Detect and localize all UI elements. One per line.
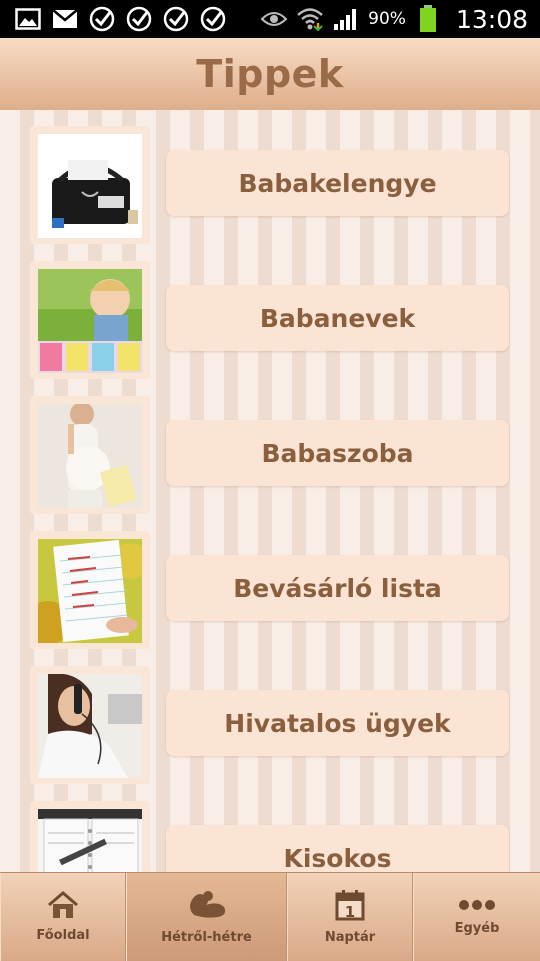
- list-item[interactable]: Bevásárló lista: [0, 515, 540, 650]
- menu-button-babakelengye[interactable]: Babakelengye: [166, 150, 509, 216]
- page-title: Tippek: [196, 52, 344, 96]
- nav-label: Főoldal: [36, 928, 90, 943]
- menu-button-babaszoba[interactable]: Babaszoba: [166, 420, 509, 486]
- clock: 13:08: [455, 4, 528, 34]
- nav-item-egyeb[interactable]: Egyéb: [413, 873, 540, 961]
- list-item[interactable]: Hivatalos ügyek: [0, 650, 540, 785]
- thumbnail-frame: [30, 396, 150, 514]
- list-item[interactable]: Babaszoba: [0, 380, 540, 515]
- image-icon: [14, 7, 42, 31]
- thumbnail-frame: [30, 261, 150, 379]
- bottom-navigation: Főoldal Hétről-hétre 1 Naptár Egyéb: [0, 872, 540, 961]
- status-bar: 90% 13:08: [0, 0, 540, 38]
- wifi-icon: [296, 7, 324, 31]
- nav-label: Naptár: [324, 930, 376, 945]
- check-icon: [125, 6, 153, 32]
- more-icon: [457, 898, 497, 917]
- battery-icon: [414, 5, 442, 32]
- baby-letters-photo[interactable]: [38, 269, 142, 373]
- menu-button-hivatalos-ugyek[interactable]: Hivatalos ügyek: [166, 690, 509, 756]
- nav-label: Hétről-hétre: [161, 930, 252, 945]
- list-item[interactable]: Babanevek: [0, 245, 540, 380]
- mail-icon: [51, 7, 79, 31]
- nav-label: Egyéb: [454, 921, 500, 936]
- planner-photo[interactable]: [38, 809, 142, 872]
- check-icon: [199, 6, 227, 32]
- list-item[interactable]: Babakelengye: [0, 110, 540, 245]
- list-item[interactable]: Kisokos: [0, 785, 540, 872]
- check-icon: [162, 6, 190, 32]
- thumbnail-frame: [30, 531, 150, 649]
- tips-list[interactable]: Babakelengye Babanevek Babaszoba Bevásár…: [0, 110, 540, 872]
- calendar-icon: 1: [335, 889, 365, 926]
- nav-item-fooldal[interactable]: Főoldal: [0, 873, 126, 961]
- battery-percent: 90%: [368, 9, 406, 29]
- menu-button-kisokos[interactable]: Kisokos: [166, 825, 509, 872]
- fetus-icon: [184, 889, 230, 926]
- nav-item-naptar[interactable]: 1 Naptár: [287, 873, 413, 961]
- svg-text:1: 1: [345, 903, 355, 921]
- menu-button-bevasarlo-lista[interactable]: Bevásárló lista: [166, 555, 509, 621]
- check-icon: [88, 6, 116, 32]
- menu-button-babanevek[interactable]: Babanevek: [166, 285, 509, 351]
- woman-phone-photo[interactable]: [38, 674, 142, 778]
- baby-bag-photo[interactable]: [38, 134, 142, 238]
- eye-icon: [260, 7, 288, 31]
- app-header: Tippek: [0, 38, 540, 111]
- thumbnail-frame: [30, 801, 150, 872]
- home-icon: [47, 891, 79, 924]
- signal-icon: [332, 7, 360, 31]
- thumbnail-frame: [30, 666, 150, 784]
- nav-item-hetrol-hetre[interactable]: Hétről-hétre: [126, 873, 287, 961]
- pregnant-woman-photo[interactable]: [38, 404, 142, 508]
- shopping-list-photo[interactable]: [38, 539, 142, 643]
- thumbnail-frame: [30, 126, 150, 244]
